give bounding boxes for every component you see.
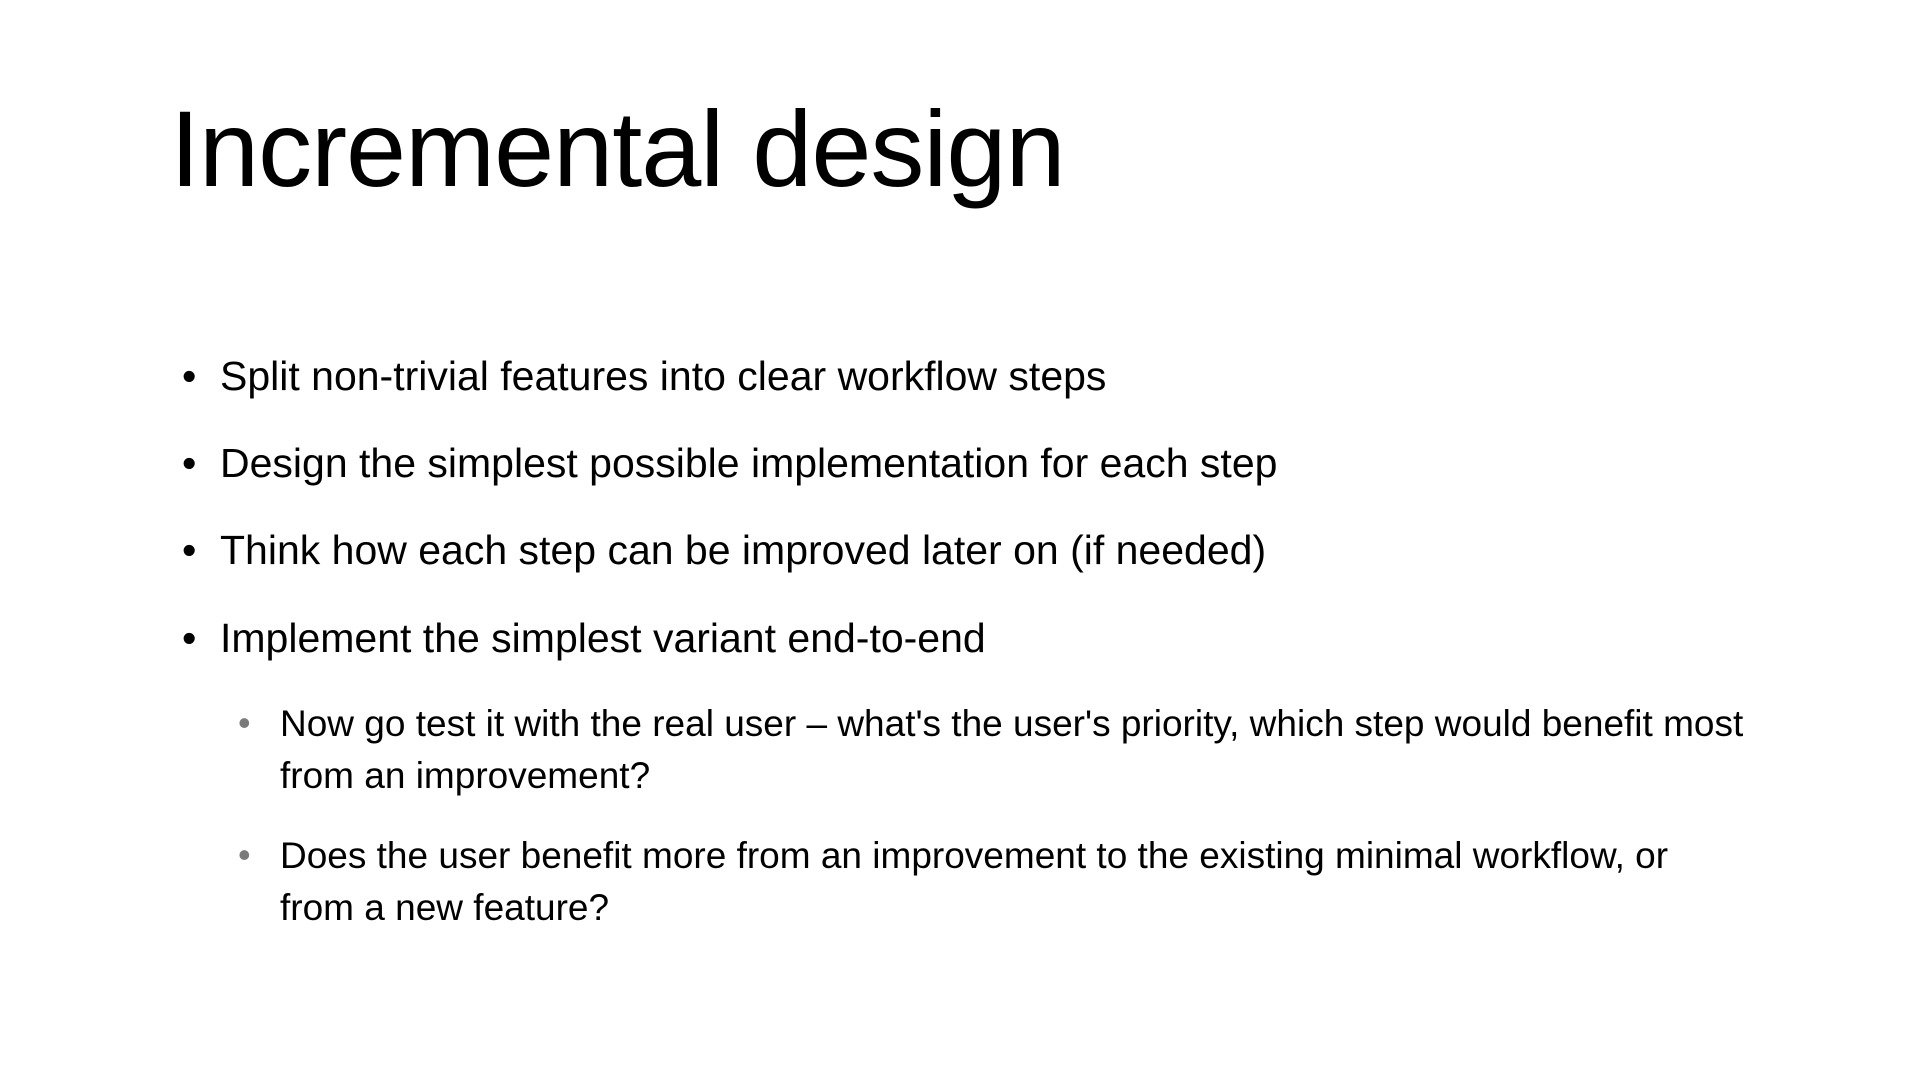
list-item: Now go test it with the real user – what… (220, 698, 1750, 802)
list-item: Think how each step can be improved late… (170, 523, 1750, 578)
bullet-text: Design the simplest possible implementat… (220, 440, 1277, 486)
sub-bullet-text: Now go test it with the real user – what… (280, 703, 1743, 796)
slide-title: Incremental design (170, 90, 1750, 209)
sub-bullet-text: Does the user benefit more from an impro… (280, 835, 1668, 928)
list-item: Implement the simplest variant end-to-en… (170, 611, 1750, 934)
sub-bullet-list: Now go test it with the real user – what… (220, 698, 1750, 933)
slide: Incremental design Split non-trivial fea… (0, 0, 1920, 1080)
list-item: Design the simplest possible implementat… (170, 436, 1750, 491)
bullet-text: Split non-trivial features into clear wo… (220, 353, 1106, 399)
list-item: Split non-trivial features into clear wo… (170, 349, 1750, 404)
bullet-text: Implement the simplest variant end-to-en… (220, 615, 986, 661)
bullet-text: Think how each step can be improved late… (220, 527, 1266, 573)
bullet-list: Split non-trivial features into clear wo… (170, 349, 1750, 934)
list-item: Does the user benefit more from an impro… (220, 830, 1750, 934)
